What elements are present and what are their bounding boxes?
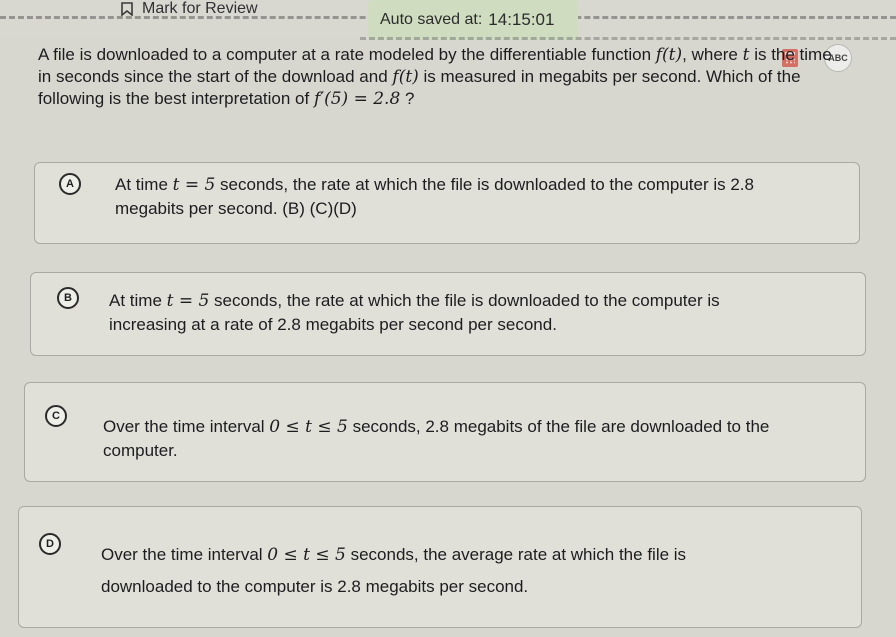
choice-line-2: megabits per second. (B) (C)(D) [115, 199, 357, 218]
choice-line-2: computer. [103, 441, 178, 460]
choice-math: t = 5 [172, 175, 216, 195]
question-text: in seconds since the start of the downlo… [38, 67, 393, 86]
choice-text-part: Over the time interval [103, 417, 270, 436]
question-text: , where [682, 45, 743, 64]
choice-text-part: seconds, the rate at which the file is d… [215, 175, 754, 194]
header-divider [360, 37, 896, 40]
choice-line-1: At time t = 5 seconds, the rate at which… [109, 289, 720, 313]
choice-math: t = 5 [166, 291, 210, 311]
choice-letter: B [64, 292, 72, 304]
choice-letter-badge: A [59, 173, 81, 195]
question-math: f′(5) = 2.8 [313, 89, 401, 109]
autosave-time: 14:15:01 [488, 10, 555, 29]
question-stem: A file is downloaded to a computer at a … [38, 44, 832, 110]
choice-text-part: At time [115, 175, 173, 194]
choice-letter-badge: B [57, 287, 79, 309]
top-bar: Mark for Review Auto saved at: 14:15:01 [0, 0, 896, 40]
question-math: f(t) [655, 45, 683, 65]
mark-for-review-label: Mark for Review [142, 0, 258, 17]
choice-letter: A [66, 178, 74, 190]
choice-text: At time t = 5 seconds, the rate at which… [109, 289, 720, 336]
choice-letter-badge: C [45, 405, 67, 427]
choice-line-2: increasing at a rate of 2.8 megabits per… [109, 315, 557, 334]
choice-text-part: seconds, the rate at which the file is d… [209, 291, 720, 310]
question-line-1: A file is downloaded to a computer at a … [38, 44, 832, 66]
choice-text-part: seconds, 2.8 megabits of the file are do… [347, 417, 770, 436]
question-text: ? [400, 89, 415, 108]
choice-text: Over the time interval 0 ≤ t ≤ 5 seconds… [101, 543, 686, 598]
choice-math: 0 ≤ t ≤ 5 [269, 417, 348, 437]
question-text: following is the best interpretation of [38, 89, 314, 108]
answer-choice-d[interactable]: D Over the time interval 0 ≤ t ≤ 5 secon… [18, 506, 862, 628]
choice-line-1: At time t = 5 seconds, the rate at which… [115, 173, 754, 197]
answer-choice-b[interactable]: B At time t = 5 seconds, the rate at whi… [30, 272, 866, 356]
choice-text: Over the time interval 0 ≤ t ≤ 5 seconds… [103, 415, 769, 462]
choice-line-2: downloaded to the computer is 2.8 megabi… [101, 577, 529, 596]
autosave-label: Auto saved at: [380, 11, 483, 28]
choice-text: At time t = 5 seconds, the rate at which… [115, 173, 754, 220]
question-line-3: following is the best interpretation of … [38, 88, 778, 110]
question-math: f(t) [392, 67, 419, 87]
choice-letter: D [46, 538, 54, 550]
mark-for-review-button[interactable]: Mark for Review [120, 0, 258, 18]
question-text: is the time [749, 45, 832, 64]
choice-letter: C [52, 410, 60, 422]
question-line-2: in seconds since the start of the downlo… [38, 66, 801, 88]
choice-letter-badge: D [39, 533, 61, 555]
choice-text-part: seconds, the average rate at which the f… [345, 545, 687, 564]
choice-text-part: Over the time interval [101, 545, 268, 564]
answer-choice-c[interactable]: C Over the time interval 0 ≤ t ≤ 5 secon… [24, 382, 866, 482]
bookmark-icon [120, 2, 134, 16]
autosave-status: Auto saved at: 14:15:01 [368, 0, 578, 40]
choice-line-1: Over the time interval 0 ≤ t ≤ 5 seconds… [101, 543, 686, 567]
choice-line-1: Over the time interval 0 ≤ t ≤ 5 seconds… [103, 415, 769, 439]
choice-text-part: At time [109, 291, 167, 310]
answer-choice-a[interactable]: A At time t = 5 seconds, the rate at whi… [34, 162, 860, 244]
choice-math: 0 ≤ t ≤ 5 [267, 545, 346, 565]
question-text: is measured in megabits per second. Whic… [418, 67, 801, 86]
question-text: A file is downloaded to a computer at a … [38, 45, 656, 64]
